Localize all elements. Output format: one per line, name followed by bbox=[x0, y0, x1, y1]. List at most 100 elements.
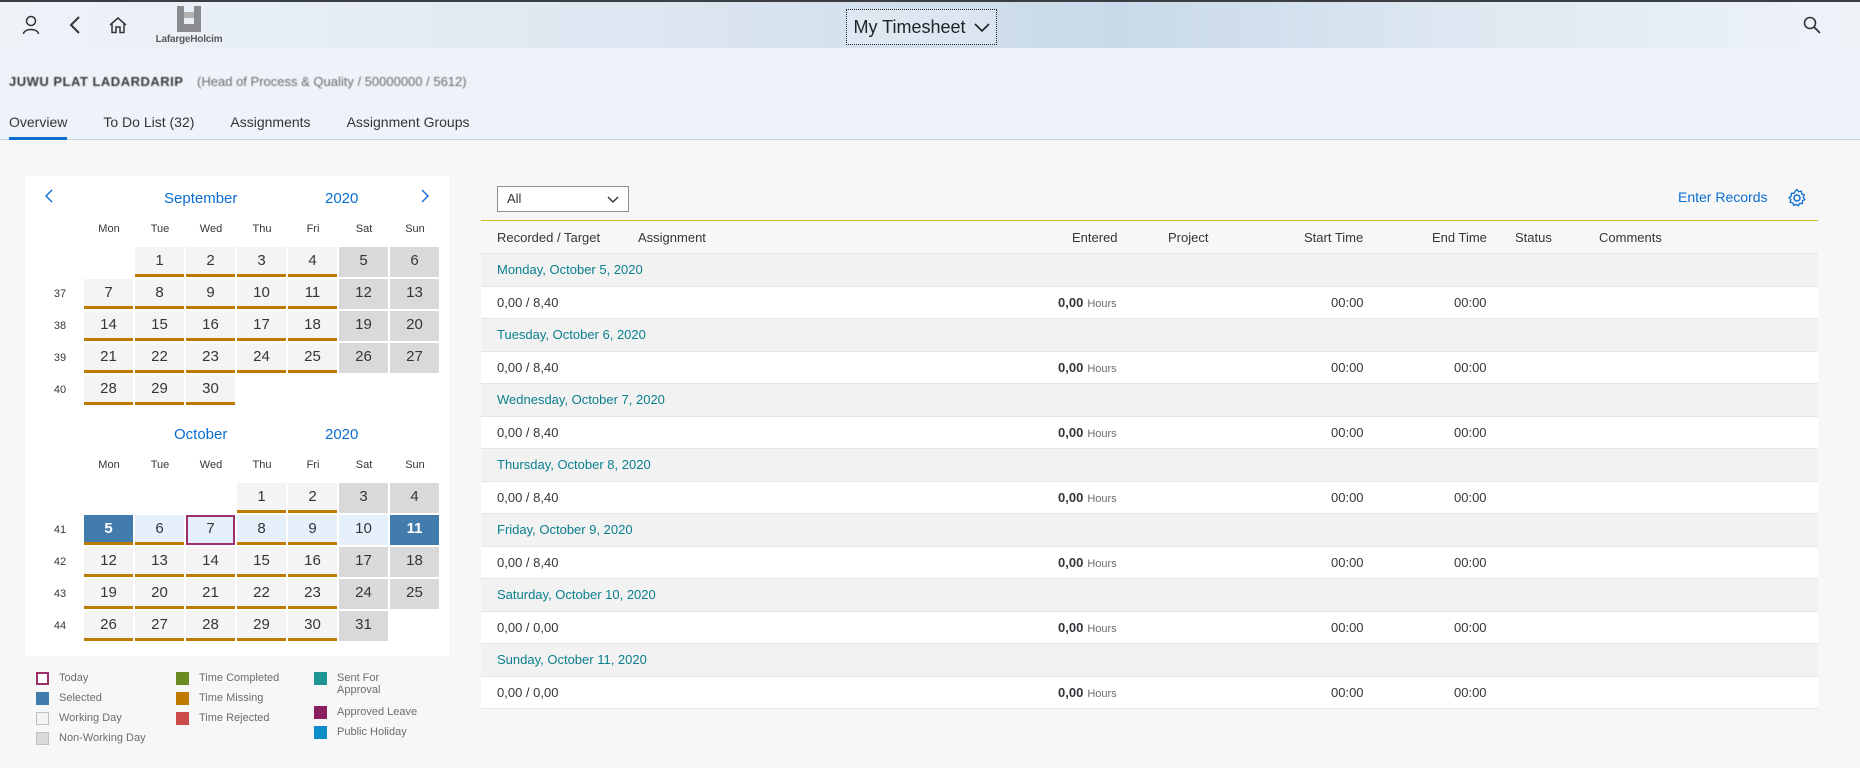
tab-assignment-groups[interactable]: Assignment Groups bbox=[347, 114, 470, 140]
calendar-day[interactable]: 22 bbox=[135, 343, 184, 373]
calendar-day[interactable]: 7 bbox=[84, 279, 133, 309]
calendar-day[interactable]: 23 bbox=[186, 343, 235, 373]
table-row[interactable]: 0,00 / 0,00 0,00 Hours 00:00 00:00 bbox=[481, 612, 1818, 644]
month-name-button[interactable]: September bbox=[164, 190, 237, 207]
calendar-day[interactable]: 8 bbox=[135, 279, 184, 309]
calendar-day[interactable]: 25 bbox=[390, 579, 439, 609]
calendar-day[interactable]: 24 bbox=[339, 579, 388, 609]
enter-records-button[interactable]: Enter Records bbox=[1678, 189, 1767, 205]
calendar-day[interactable]: 4 bbox=[288, 247, 337, 277]
tab-assignments[interactable]: Assignments bbox=[230, 114, 310, 140]
previous-month-icon[interactable] bbox=[39, 186, 59, 206]
calendar-day[interactable]: 11 bbox=[288, 279, 337, 309]
user-icon[interactable] bbox=[18, 12, 44, 38]
app-title-menu-button[interactable]: My Timesheet bbox=[846, 9, 997, 45]
calendar-day[interactable]: 21 bbox=[186, 579, 235, 609]
logo-mark bbox=[177, 6, 201, 32]
tab-overview[interactable]: Overview bbox=[9, 114, 68, 140]
calendar-day[interactable]: 19 bbox=[339, 311, 388, 341]
calendar-day[interactable]: 23 bbox=[288, 579, 337, 609]
calendar-day[interactable]: 8 bbox=[237, 515, 286, 545]
calendar-day[interactable]: 12 bbox=[84, 547, 133, 577]
calendar-day[interactable]: 17 bbox=[237, 311, 286, 341]
calendar-day[interactable]: 6 bbox=[135, 515, 184, 545]
calendar-day[interactable]: 16 bbox=[186, 311, 235, 341]
calendar-day[interactable]: 14 bbox=[186, 547, 235, 577]
calendar-day[interactable]: 20 bbox=[135, 579, 184, 609]
calendar-day[interactable]: 30 bbox=[288, 611, 337, 641]
search-icon[interactable] bbox=[1799, 12, 1825, 38]
column-end-time[interactable]: End Time bbox=[1432, 230, 1487, 245]
calendar-day[interactable]: 9 bbox=[186, 279, 235, 309]
calendar-day[interactable]: 28 bbox=[186, 611, 235, 641]
filter-select[interactable]: All bbox=[497, 186, 629, 212]
table-row[interactable]: 0,00 / 8,40 0,00 Hours 00:00 00:00 bbox=[481, 287, 1818, 319]
column-recorded-target[interactable]: Recorded / Target bbox=[497, 230, 600, 245]
calendar-day[interactable]: 18 bbox=[288, 311, 337, 341]
calendar-day[interactable]: 25 bbox=[288, 343, 337, 373]
calendar-day[interactable]: 27 bbox=[390, 343, 439, 373]
column-start-time[interactable]: Start Time bbox=[1304, 230, 1363, 245]
calendar-day[interactable]: 29 bbox=[237, 611, 286, 641]
calendar-day[interactable]: 16 bbox=[288, 547, 337, 577]
year-button[interactable]: 2020 bbox=[325, 426, 358, 443]
column-comments[interactable]: Comments bbox=[1599, 230, 1662, 245]
recorded-target-cell: 0,00 / 8,40 bbox=[497, 425, 559, 440]
calendar-day[interactable]: 10 bbox=[237, 279, 286, 309]
calendar-day[interactable]: 12 bbox=[339, 279, 388, 309]
calendar-day[interactable]: 15 bbox=[135, 311, 184, 341]
calendar-day[interactable]: 15 bbox=[237, 547, 286, 577]
calendar-day[interactable]: 29 bbox=[135, 375, 184, 405]
recorded-target-cell: 0,00 / 0,00 bbox=[497, 685, 559, 700]
calendar-day[interactable]: 1 bbox=[237, 483, 286, 513]
calendar-day[interactable]: 3 bbox=[237, 247, 286, 277]
calendar-day[interactable]: 22 bbox=[237, 579, 286, 609]
tab-to-do-list[interactable]: To Do List (32) bbox=[103, 114, 194, 140]
calendar-day[interactable]: 9 bbox=[288, 515, 337, 545]
calendar-day[interactable]: 17 bbox=[339, 547, 388, 577]
calendar-day[interactable]: 27 bbox=[135, 611, 184, 641]
settings-gear-icon[interactable] bbox=[1787, 188, 1807, 208]
month-name-button[interactable]: October bbox=[174, 426, 227, 443]
calendar-day[interactable]: 1 bbox=[135, 247, 184, 277]
table-row[interactable]: 0,00 / 8,40 0,00 Hours 00:00 00:00 bbox=[481, 352, 1818, 384]
calendar-day[interactable]: 20 bbox=[390, 311, 439, 341]
calendar-day[interactable]: 7 bbox=[186, 515, 235, 545]
table-row[interactable]: 0,00 / 8,40 0,00 Hours 00:00 00:00 bbox=[481, 417, 1818, 449]
calendar-day[interactable]: 11 bbox=[390, 515, 439, 545]
next-month-icon[interactable] bbox=[415, 186, 435, 206]
calendar-day[interactable]: 19 bbox=[84, 579, 133, 609]
calendar-day[interactable]: 4 bbox=[390, 483, 439, 513]
calendar-day[interactable]: 26 bbox=[84, 611, 133, 641]
calendar-day[interactable]: 30 bbox=[186, 375, 235, 405]
calendar-day[interactable]: 6 bbox=[390, 247, 439, 277]
calendar-day[interactable]: 3 bbox=[339, 483, 388, 513]
column-project[interactable]: Project bbox=[1168, 230, 1208, 245]
calendar-day[interactable]: 24 bbox=[237, 343, 286, 373]
calendar-day[interactable]: 2 bbox=[186, 247, 235, 277]
calendar-day[interactable]: 28 bbox=[84, 375, 133, 405]
calendar-day[interactable]: 31 bbox=[339, 611, 388, 641]
table-row[interactable]: 0,00 / 8,40 0,00 Hours 00:00 00:00 bbox=[481, 482, 1818, 514]
calendar-day[interactable]: 5 bbox=[339, 247, 388, 277]
calendar-day[interactable]: 13 bbox=[135, 547, 184, 577]
column-status[interactable]: Status bbox=[1515, 230, 1552, 245]
year-button[interactable]: 2020 bbox=[325, 190, 358, 207]
table-row[interactable]: 0,00 / 0,00 0,00 Hours 00:00 00:00 bbox=[481, 677, 1818, 709]
calendar-day[interactable]: 5 bbox=[84, 515, 133, 545]
column-entered[interactable]: Entered bbox=[1072, 230, 1118, 245]
column-assignment[interactable]: Assignment bbox=[638, 230, 706, 245]
back-icon[interactable] bbox=[62, 12, 88, 38]
weekday-header: Fri bbox=[306, 223, 320, 235]
calendar-day[interactable]: 18 bbox=[390, 547, 439, 577]
calendar-day[interactable]: 14 bbox=[84, 311, 133, 341]
end-time-cell: 00:00 bbox=[1454, 490, 1487, 505]
calendar-day[interactable]: 2 bbox=[288, 483, 337, 513]
date-group-header: Saturday, October 10, 2020 bbox=[481, 579, 1818, 612]
calendar-day[interactable]: 10 bbox=[339, 515, 388, 545]
home-icon[interactable] bbox=[105, 12, 131, 38]
calendar-day[interactable]: 26 bbox=[339, 343, 388, 373]
table-row[interactable]: 0,00 / 8,40 0,00 Hours 00:00 00:00 bbox=[481, 547, 1818, 579]
calendar-day[interactable]: 13 bbox=[390, 279, 439, 309]
calendar-day[interactable]: 21 bbox=[84, 343, 133, 373]
